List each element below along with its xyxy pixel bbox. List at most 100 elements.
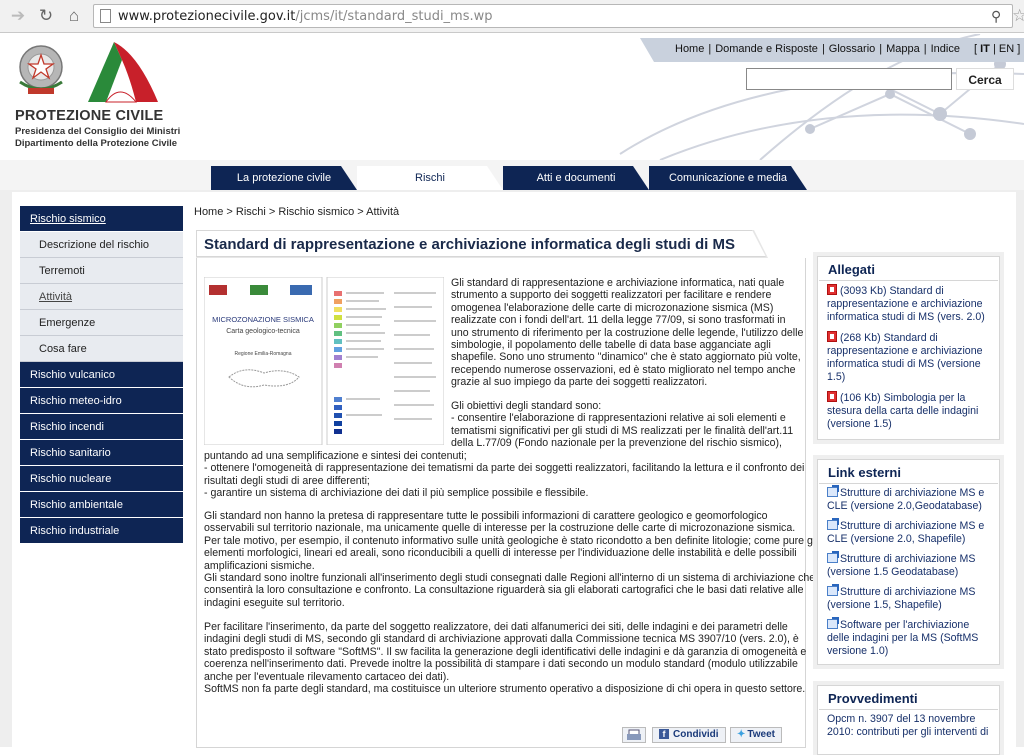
breadcrumb-rischi[interactable]: Rischi [236,206,266,218]
article-line: della L.77/09 (Fondo nazionale per la pr… [451,437,782,450]
lang-switcher: [ IT | EN ] [973,43,1021,55]
external-link[interactable]: Strutture di archiviazione MS (versione … [827,586,975,611]
search-button[interactable]: Cerca [956,68,1014,90]
article-line: SoftMS non fa parte degli standard, ma c… [204,683,806,696]
external-link-item[interactable]: Strutture di archiviazione MS e CLE (ver… [818,517,999,550]
external-link-icon [827,485,839,497]
lang-it[interactable]: IT [980,43,990,55]
print-icon [627,729,641,740]
toplink-home[interactable]: Home [675,43,704,55]
article-line: recependo numerose osservazioni, ed è st… [451,363,796,376]
external-link-item[interactable]: Strutture di archiviazione MS e CLE (ver… [818,484,999,517]
url-domain: www.protezionecivile.gov.it [118,9,296,24]
sidebar-item-cosa-fare[interactable]: Cosa fare [20,336,183,362]
article-line: simbologie, il popolamento delle tabelle… [451,339,771,352]
sidebar-item-descrizione[interactable]: Descrizione del rischio [20,232,183,258]
article-line: risultati degli studi di aree differenti… [204,474,370,487]
tab-comunicazione-e-media[interactable]: Comunicazione e media [649,166,807,190]
breadcrumb-home[interactable]: Home [194,206,223,218]
article-line: coerenza nell'inserimento dati. Prevede … [204,658,798,671]
article-line: Gli obiettivi degli standard sono: [451,400,602,412]
lang-en[interactable]: EN [999,43,1014,55]
article-line: Per tale motivo, per esempio, il contenu… [204,534,818,547]
sidebar-item-rischio-sismico[interactable]: Rischio sismico [20,206,183,232]
sidebar-item-rischio-sanitario[interactable]: Rischio sanitario [20,440,183,466]
sidebar-item-rischio-industriale[interactable]: Rischio industriale [20,518,183,544]
address-bar[interactable]: www.protezionecivile.gov.it/jcms/it/stan… [93,4,1024,28]
allegati-panel: Allegati (3093 Kb) Standard di rappresen… [817,256,1000,440]
external-link[interactable]: Strutture di archiviazione MS (versione … [827,553,975,578]
sidebar-item-rischio-nucleare[interactable]: Rischio nucleare [20,466,183,492]
tweet-button[interactable]: ✦ Tweet [730,727,782,743]
toplink-glossario[interactable]: Glossario [829,43,875,55]
external-link-icon [827,518,839,530]
link-esterni-title: Link esterni [819,460,998,484]
thumbnail-title: MICROZONAZIONE SISMICA [212,315,314,324]
toplink-mappa[interactable]: Mappa [886,43,920,55]
allegato-size: (106 Kb) [840,392,881,404]
org-name: PROTEZIONE CIVILE [15,108,164,124]
article-line: tematismi significativi per gli studi di… [451,424,794,437]
sidebar-item-rischio-meteo-idro[interactable]: Rischio meteo-idro [20,388,183,414]
allegato-size: (268 Kb) [840,332,881,344]
provvedimenti-panel: Provvedimenti Opcm n. 3907 del 13 novemb… [817,685,1000,755]
breadcrumb-separator: > [223,206,236,218]
provvedimenti-title: Provvedimenti [819,686,998,710]
print-button[interactable] [622,727,646,743]
org-line-1: Presidenza del Consiglio dei Ministri [15,126,181,137]
pdf-icon [827,284,837,295]
thumbnail-subtitle: Carta geologico-tecnica [226,328,300,335]
allegato-size: (3093 Kb) [840,285,887,297]
back-arrow-icon[interactable]: ➔ [8,6,28,26]
article-line: osservabili sul territorio nazionale, ma… [204,522,796,535]
external-link[interactable]: Strutture di archiviazione MS e CLE (ver… [827,520,984,545]
article-line: uno strumento di riferimento per la cost… [451,326,804,339]
article-line: Gli standard non hanno la pretesa di rap… [204,510,768,522]
external-link-item[interactable]: Software per l'archiviazione delle indag… [818,616,999,662]
allegato-item[interactable]: (268 Kb) Standard di rappresentazione e … [818,328,999,388]
page-title: Standard di rappresentazione e archiviaz… [204,236,735,253]
external-link-item[interactable]: Strutture di archiviazione MS (versione … [818,583,999,616]
article-line: strumento a supporto dei soggetti realiz… [451,289,772,302]
sidebar-item-emergenze[interactable]: Emergenze [20,310,183,336]
protezione-civile-logo-icon [88,42,158,103]
article-line: consentirà la loro consultazione e confr… [204,584,804,597]
allegato-item[interactable]: (3093 Kb) Standard di rappresentazione e… [818,281,999,328]
article-line: Per facilitare l'inserimento, da parte d… [204,621,788,633]
standard-document-thumbnail[interactable]: MICROZONAZIONE SISMICA Carta geologico-t… [204,277,444,445]
breadcrumb-attivita[interactable]: Attività [366,206,399,218]
article-objectives: Gli obiettivi degli standard sono: - cons… [451,400,801,450]
article-line: stato predisposto il software "SoftMS". … [204,645,807,658]
thumbnail-region: Regione Emilia-Romagna [235,351,292,357]
tab-rischi[interactable]: Rischi [357,166,503,190]
toplink-faq[interactable]: Domande e Risposte [715,43,818,55]
reload-icon[interactable]: ↻ [36,6,56,26]
sidebar-item-rischio-incendi[interactable]: Rischio incendi [20,414,183,440]
tweet-label: Tweet [747,729,775,740]
external-link[interactable]: Software per l'archiviazione delle indag… [827,619,978,657]
sidebar-item-attivita[interactable]: Attività [20,284,183,310]
main-nav: La protezione civile Rischi Atti e docum… [0,160,1024,190]
facebook-share-button[interactable]: f Condividi [652,727,726,743]
provvedimento-link[interactable]: Opcm n. 3907 del 13 novembre 2010: contr… [818,710,999,743]
allegato-item[interactable]: (106 Kb) Simbologia per la stesura della… [818,388,999,435]
sidebar-item-terremoti[interactable]: Terremoti [20,258,183,284]
sidebar: Rischio sismico Descrizione del rischio … [20,206,183,544]
sidebar-item-rischio-vulcanico[interactable]: Rischio vulcanico [20,362,183,388]
search-input[interactable] [746,68,952,90]
external-link[interactable]: Strutture di archiviazione MS e CLE (ver… [827,487,984,512]
bookmark-star-icon[interactable]: ☆ [1012,6,1024,26]
sidebar-item-label: Attività [39,291,73,303]
zoom-icon[interactable]: ⚲ [991,8,1001,25]
tab-la-protezione-civile[interactable]: La protezione civile [211,166,357,190]
sidebar-item-rischio-ambientale[interactable]: Rischio ambientale [20,492,183,518]
external-link-item[interactable]: Strutture di archiviazione MS (versione … [818,550,999,583]
home-icon[interactable]: ⌂ [64,6,84,26]
top-links: Home | Domande e Risposte | Glossario | Mappa |… [675,43,1021,55]
toplink-indice[interactable]: Indice [931,43,960,55]
article-line: indagini eseguite sul territorio. [204,596,345,609]
article-line: omogenea l'elaborazione delle carte di m… [451,301,774,314]
breadcrumb-rischio-sismico[interactable]: Rischio sismico [278,206,354,218]
tab-atti-e-documenti[interactable]: Atti e documenti [503,166,649,190]
italian-emblem-icon [19,45,63,94]
